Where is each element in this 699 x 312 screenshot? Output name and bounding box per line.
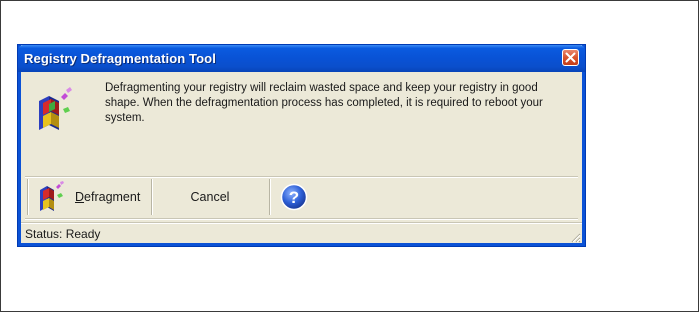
registry-cubes-icon xyxy=(38,181,72,216)
resize-grip-icon[interactable] xyxy=(569,231,581,243)
close-button[interactable] xyxy=(562,49,579,66)
separator xyxy=(269,179,271,215)
cancel-button[interactable]: Cancel xyxy=(153,180,267,214)
divider xyxy=(25,218,578,220)
separator xyxy=(27,179,29,215)
status-text: Status: Ready xyxy=(25,227,101,241)
dialog-body: Defragmenting your registry will reclaim… xyxy=(21,72,582,243)
divider xyxy=(25,176,578,178)
registry-cubes-icon xyxy=(35,87,81,138)
cancel-label: Cancel xyxy=(190,190,230,204)
window-title: Registry Defragmentation Tool xyxy=(24,51,216,66)
help-icon: ? xyxy=(280,183,308,214)
dialog-message: Defragmenting your registry will reclaim… xyxy=(105,82,543,124)
defragment-button[interactable]: Defragment xyxy=(33,180,149,214)
help-button[interactable]: ? xyxy=(274,180,312,214)
defragment-label: Defragment xyxy=(75,190,141,204)
title-bar[interactable]: Registry Defragmentation Tool xyxy=(18,45,585,72)
registry-defrag-dialog: Registry Defragmentation Tool Defragment xyxy=(18,45,585,246)
toolbar: Defragment Cancel ? xyxy=(25,179,578,217)
close-icon xyxy=(565,52,576,63)
svg-text:?: ? xyxy=(289,188,299,207)
status-bar: Status: Ready xyxy=(21,222,582,244)
